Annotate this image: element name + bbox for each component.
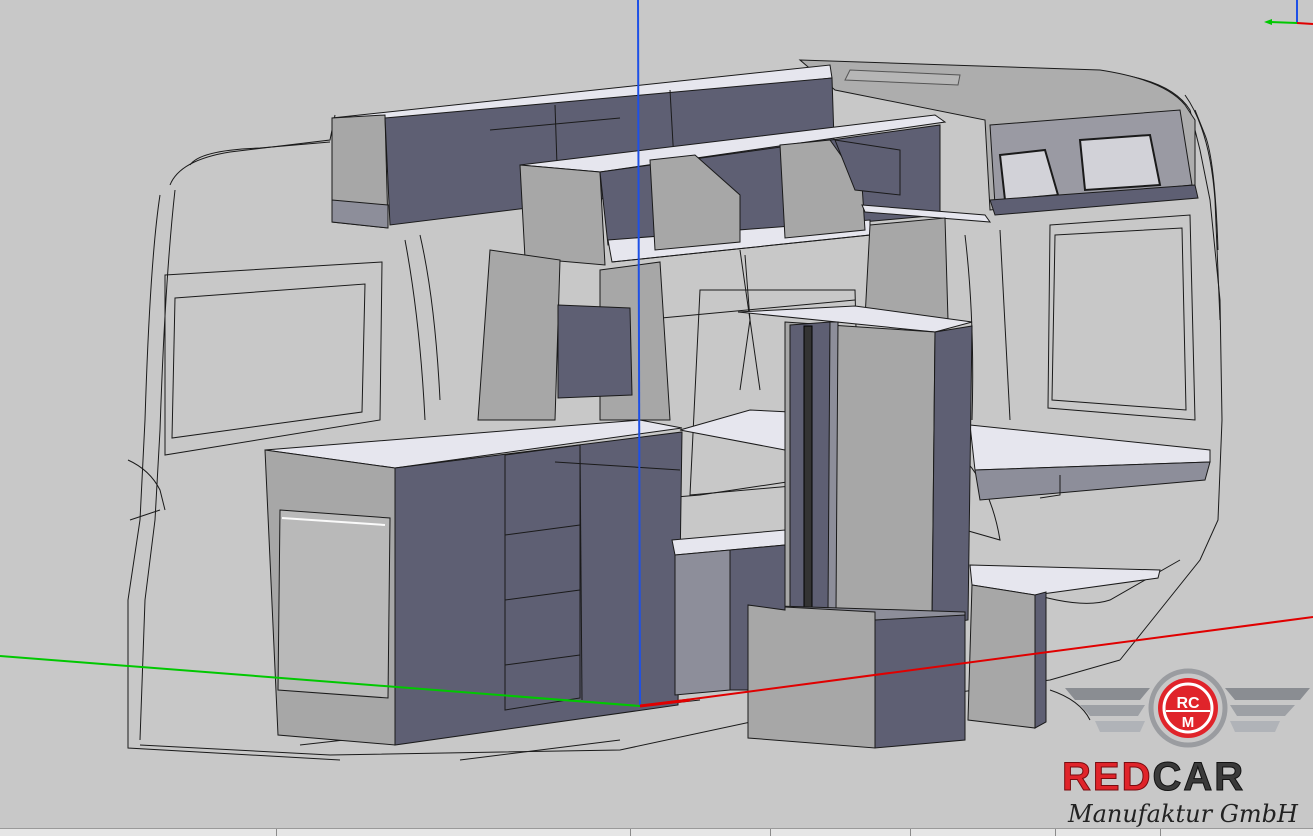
svg-text:REDCAR: REDCAR <box>1062 755 1245 799</box>
logo-tagline: Manufaktur GmbH <box>1067 800 1299 828</box>
wordmark-dark: CAR <box>1152 755 1245 799</box>
logo-monogram-bottom: M <box>1182 714 1195 731</box>
redcar-wordmark: REDCAR Manufaktur GmbH <box>1062 755 1300 829</box>
fridge-door <box>277 509 391 699</box>
logo-monogram-top: RC <box>1176 695 1200 712</box>
view-triad-icon[interactable] <box>1264 0 1313 25</box>
roof-vent-right <box>1078 133 1162 192</box>
galley-counter <box>264 419 683 746</box>
van-interior-model[interactable]: RC M REDCAR Manufaktur GmbH <box>0 0 1313 835</box>
redcar-logo-emblem: RC M <box>1065 668 1310 748</box>
cad-3d-viewport[interactable]: RC M REDCAR Manufaktur GmbH <box>0 0 1313 836</box>
wordmark-red: RED <box>1062 755 1152 799</box>
wardrobe-column <box>737 305 973 749</box>
